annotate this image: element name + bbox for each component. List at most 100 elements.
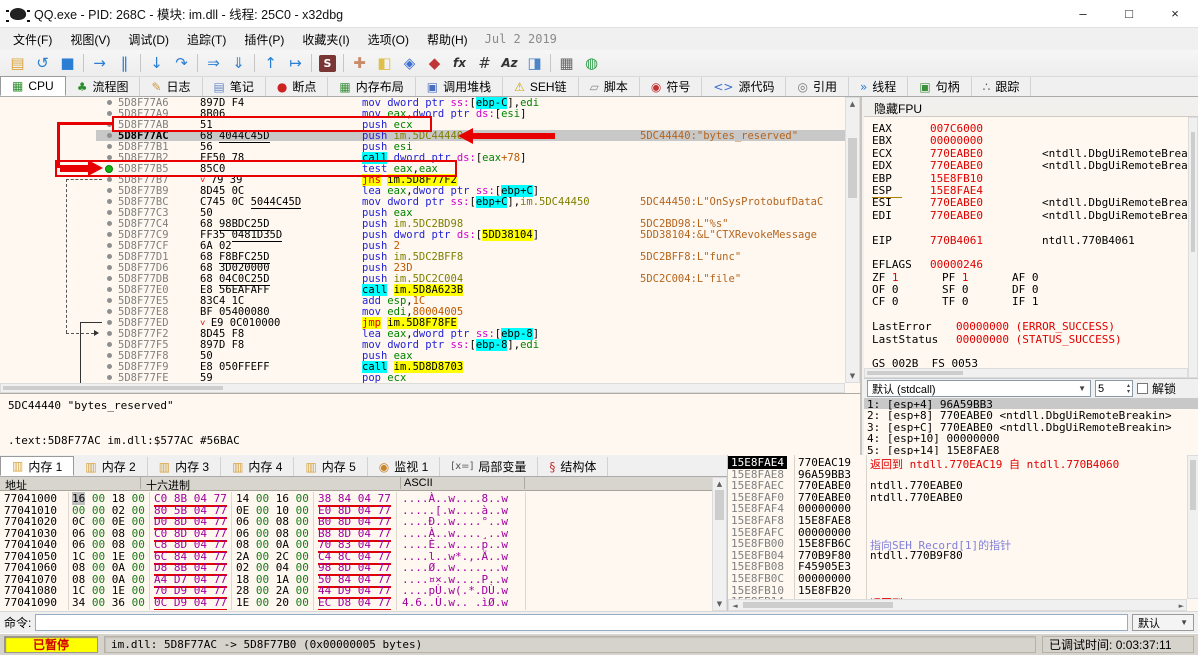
dump-row[interactable]: 77041010 00 00 02 00 80 5B 04 77 0E 00 10 0… xyxy=(0,504,712,519)
open-file-icon[interactable]: ▤ xyxy=(5,52,30,74)
disasm-vscrollbar[interactable]: ▲ ▼ xyxy=(845,97,860,383)
tab-dump-2[interactable]: ▥ 内存 2 xyxy=(74,457,148,476)
disasm-row[interactable]: 5D8F77CF 6A 02 push 2 xyxy=(0,240,845,252)
breakpoint-gutter[interactable] xyxy=(100,375,118,380)
run-until-selection-icon[interactable]: ⇒ xyxy=(201,52,226,74)
hide-fpu-button[interactable]: 隐藏FPU xyxy=(864,97,1198,117)
attach-detach-icon[interactable]: ◨ xyxy=(522,52,547,74)
tab-script[interactable]: ▱ 脚本 xyxy=(579,77,640,96)
dump-vscrollbar[interactable]: ▲ ▼ xyxy=(712,477,727,611)
stack-row[interactable]: 15E8FB08 F45905E3 xyxy=(728,560,1187,573)
run-icon[interactable]: → xyxy=(87,52,112,74)
tab-threads[interactable]: » 线程 xyxy=(849,77,909,96)
restart-icon[interactable]: ↺ xyxy=(30,52,55,74)
disasm-row[interactable]: 5D8F77A6 897D F4 mov dword ptr ss:[ebp-C],… xyxy=(0,97,845,109)
tab-breakpoints[interactable]: ● 断点 xyxy=(266,77,329,96)
disasm-row[interactable]: 5D8F77ED ˅ E9 0C010000 jmp im.5D8F78FE xyxy=(0,316,845,329)
disasm-row[interactable]: 5D8F77E5 83C4 1C add esp,1C xyxy=(0,295,845,307)
disasm-row[interactable]: 5D8F77C9 FF35 0481D35D push dword ptr ds:[… xyxy=(0,228,845,242)
dump-row[interactable]: 77041030 06 00 08 00 C0 8D 04 77 06 00 08 0… xyxy=(0,527,712,542)
dump-row[interactable]: 77041050 1C 00 1E 00 6C 84 04 77 2A 00 2C 0… xyxy=(0,550,712,565)
maximize-button[interactable]: □ xyxy=(1106,0,1152,28)
breakpoint-gutter[interactable] xyxy=(100,287,118,292)
tab-references[interactable]: ◎ 引用 xyxy=(786,77,849,96)
call-argument-row[interactable]: 1: [esp+4] 96A59BB3 xyxy=(864,398,1198,411)
stack-row[interactable]: 15E8FAFC 00000000 xyxy=(728,526,1187,539)
breakpoint-gutter[interactable] xyxy=(100,221,118,226)
dump-row[interactable]: 77041090 34 00 36 00 0C D9 04 77 1E 00 20 0… xyxy=(0,596,712,610)
tab-locals[interactable]: [x=] 局部变量 xyxy=(440,457,539,476)
memory-dump-panel[interactable]: 地址 十六进制 ASCII 77041000 16 00 18 00 C0 8B 0… xyxy=(0,477,727,611)
disassembly-panel[interactable]: 5D8F77A6 897D F4 mov dword ptr ss:[ebp-C],… xyxy=(0,97,862,393)
calling-convention-select[interactable]: 默认 (stdcall) ▼ xyxy=(867,380,1091,397)
command-script-select[interactable]: 默认 ▼ xyxy=(1132,614,1194,631)
stack-row[interactable]: 15E8FAE8 96A59BB3 xyxy=(728,468,1187,481)
breakpoint-gutter[interactable] xyxy=(100,144,118,149)
pause-icon[interactable]: ‖ xyxy=(112,52,137,74)
breakpoint-gutter[interactable] xyxy=(100,254,118,259)
disasm-row[interactable]: 5D8F77C3 50 push eax xyxy=(0,207,845,219)
breakpoint-gutter[interactable] xyxy=(100,353,118,358)
functions-icon[interactable]: fx xyxy=(447,52,472,74)
tab-memory-map[interactable]: ▦ 内存布局 xyxy=(328,77,416,96)
call-argument-row[interactable]: 3: [esp+C] 770EABE0 <ntdll.DbgUiRemoteBr… xyxy=(864,421,1198,434)
tab-dump-4[interactable]: ▥ 内存 4 xyxy=(221,457,295,476)
comments-icon[interactable]: ◧ xyxy=(372,52,397,74)
step-into-icon[interactable]: ↓ xyxy=(144,52,169,74)
registers-panel[interactable]: 隐藏FPU EAX 007C6000 EBX 00000000 ECX 770EABE0 <… xyxy=(864,97,1198,455)
tab-call-stack[interactable]: ▣ 调用堆栈 xyxy=(416,77,504,96)
stack-row[interactable]: 15E8FAF4 00000000 xyxy=(728,502,1187,515)
breakpoint-gutter[interactable] xyxy=(100,276,118,281)
labels-icon[interactable]: ◈ xyxy=(397,52,422,74)
disasm-row[interactable]: 5D8F77F8 50 push eax xyxy=(0,350,845,362)
breakpoint-gutter[interactable] xyxy=(100,265,118,270)
breakpoint-gutter[interactable] xyxy=(100,188,118,193)
breakpoint-gutter[interactable] xyxy=(100,342,118,347)
breakpoint-gutter[interactable] xyxy=(100,100,118,105)
tab-notes[interactable]: ▤ 笔记 xyxy=(203,77,266,96)
registers-vscrollbar[interactable] xyxy=(1188,117,1198,378)
stack-row[interactable]: 15E8FAF0 770EABE0 ntdll.770EABE0 xyxy=(728,491,1187,504)
close-button[interactable]: × xyxy=(1152,0,1198,28)
step-out-icon[interactable]: ⇓ xyxy=(226,52,251,74)
breakpoint-gutter[interactable] xyxy=(100,309,118,314)
tab-graph[interactable]: ♣ 流程图 xyxy=(66,77,141,96)
execute-till-return-icon[interactable]: ↑ xyxy=(258,52,283,74)
disasm-row[interactable]: 5D8F77D6 68 3D020000 push 23D xyxy=(0,262,845,274)
dump-row[interactable]: 77041040 06 00 08 00 C8 8D 04 77 08 00 0A 0… xyxy=(0,538,712,553)
stack-row[interactable]: 15E8FAE4 770EAC19 返回到 ntdll.770EAC19 自 ntd… xyxy=(728,456,1187,471)
disasm-row[interactable]: 5D8F77E8 BF 05400080 mov edi,80004005 xyxy=(0,306,845,318)
disasm-row[interactable]: 5D8F77B1 56 push esi xyxy=(0,141,845,153)
disasm-row[interactable]: 5D8F77D1 68 F8BFC25D push im.5DC2BFF8 5DC2B… xyxy=(0,250,845,264)
tab-symbols[interactable]: ◉ 符号 xyxy=(640,77,703,96)
menu-item[interactable]: 追踪(T) xyxy=(178,29,235,50)
stack-row[interactable]: 15E8FAEC 770EABE0 ntdll.770EABE0 xyxy=(728,479,1187,492)
case-convert-icon[interactable]: Az xyxy=(497,52,522,74)
breakpoint-gutter[interactable] xyxy=(100,364,118,369)
disasm-row[interactable]: 5D8F77F2 8D45 F8 lea eax,dword ptr ss:[ebp… xyxy=(0,327,845,340)
breakpoint-gutter[interactable] xyxy=(100,210,118,215)
step-over-icon[interactable]: ↷ xyxy=(169,52,194,74)
arg-count-spinner[interactable]: 5 ▴ ▾ xyxy=(1095,380,1133,397)
tab-struct[interactable]: § 结构体 xyxy=(538,457,609,476)
breakpoint-gutter[interactable] xyxy=(100,177,118,182)
tab-dump-5[interactable]: ▥ 内存 5 xyxy=(294,457,368,476)
stack-row[interactable]: 15E8FB00 15E8FB6C 指向SEH_Record[1]的指针 xyxy=(728,537,1187,552)
breakpoint-gutter[interactable] xyxy=(100,243,118,248)
breakpoint-gutter[interactable] xyxy=(100,331,118,336)
tab-dump-3[interactable]: ▥ 内存 3 xyxy=(148,457,222,476)
dump-row[interactable]: 77041000 16 00 18 00 C0 8B 04 77 14 00 16 0… xyxy=(0,492,712,507)
stack-panel[interactable]: 15E8FAE4 770EAC19 返回到 ntdll.770EAC19 自 ntd… xyxy=(727,455,1198,611)
tab-seh-chain[interactable]: ⚠ SEH链 xyxy=(503,77,579,96)
stack-vscrollbar[interactable] xyxy=(1187,455,1198,599)
menu-item[interactable]: 调试(D) xyxy=(119,29,178,50)
stack-row[interactable]: 15E8FAF8 15E8FAE8 xyxy=(728,514,1187,527)
dump-row[interactable]: 77041060 08 00 0A 00 D8 8B 04 77 02 00 04 0… xyxy=(0,561,712,576)
stop-icon[interactable]: ■ xyxy=(55,52,80,74)
call-argument-row[interactable]: 4: [esp+10] 00000000 xyxy=(864,432,1198,445)
tab-source[interactable]: <> 源代码 xyxy=(702,77,787,96)
scylla-icon[interactable]: S xyxy=(319,54,336,72)
menu-item[interactable]: 选项(O) xyxy=(359,29,418,50)
patches-icon[interactable]: ✚ xyxy=(347,52,372,74)
command-input[interactable] xyxy=(35,614,1128,631)
